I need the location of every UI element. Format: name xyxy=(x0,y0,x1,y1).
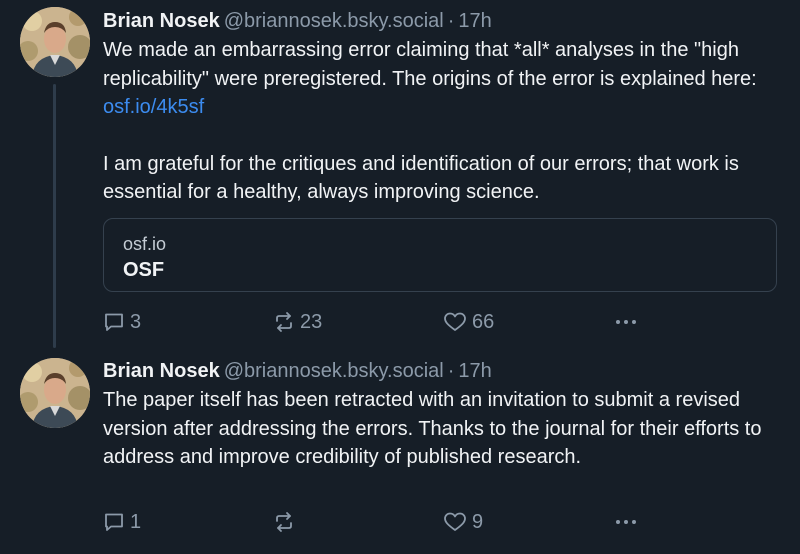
reply-count: 3 xyxy=(130,310,142,333)
embed-domain: osf.io xyxy=(123,234,167,254)
post-text-part: I am grateful for the critiques and iden… xyxy=(103,152,739,204)
link-embed-card[interactable]: osf.io OSF xyxy=(103,218,777,292)
separator-dot: · xyxy=(447,10,455,32)
post-item[interactable]: Brian Nosek @briannosek.bsky.social · 17h T… xyxy=(0,352,800,554)
more-options-button[interactable] xyxy=(613,308,639,336)
post-link[interactable]: osf.io/4k5sf xyxy=(103,96,204,118)
thread-connector-line xyxy=(53,84,56,348)
reply-button[interactable]: 3 xyxy=(103,308,141,336)
reply-count: 1 xyxy=(130,510,142,533)
avatar[interactable] xyxy=(20,7,90,77)
reply-button[interactable]: 1 xyxy=(103,508,141,536)
author-handle[interactable]: @briannosek.bsky.social xyxy=(224,10,444,32)
like-count: 66 xyxy=(472,310,495,333)
post-header: Brian Nosek @briannosek.bsky.social · 17h xyxy=(103,8,783,34)
repost-arrows-icon xyxy=(273,511,295,533)
post-content: Brian Nosek @briannosek.bsky.social · 17h W… xyxy=(103,8,783,207)
repost-button[interactable]: 23 xyxy=(273,308,322,336)
post-text: The paper itself has been retracted with… xyxy=(103,389,762,468)
like-button[interactable]: 66 xyxy=(443,308,494,336)
heart-icon xyxy=(443,311,467,333)
like-count: 9 xyxy=(472,510,484,533)
post-text: We made an embarrassing error claiming t… xyxy=(103,36,783,207)
author-name[interactable]: Brian Nosek xyxy=(103,10,220,32)
like-button[interactable]: 9 xyxy=(443,508,483,536)
repost-button[interactable] xyxy=(273,508,295,536)
more-options-button[interactable] xyxy=(613,508,639,536)
post-content: Brian Nosek @briannosek.bsky.social · 17h T… xyxy=(103,358,783,472)
thread-feed: Brian Nosek @briannosek.bsky.social · 17h W… xyxy=(0,0,800,554)
embed-title: OSF xyxy=(123,259,165,281)
separator-dot: · xyxy=(447,360,455,382)
post-header: Brian Nosek @briannosek.bsky.social · 17h xyxy=(103,358,783,384)
more-dots-icon xyxy=(613,311,639,333)
post-item[interactable]: Brian Nosek @briannosek.bsky.social · 17h W… xyxy=(0,0,800,352)
repost-arrows-icon xyxy=(273,311,295,333)
post-timestamp[interactable]: 17h xyxy=(458,360,491,382)
speech-bubble-icon xyxy=(103,511,125,533)
post-text-part: We made an embarrassing error claiming t… xyxy=(103,39,757,90)
more-dots-icon xyxy=(613,511,639,533)
avatar[interactable] xyxy=(20,358,90,428)
repost-count: 23 xyxy=(300,310,323,333)
author-name[interactable]: Brian Nosek xyxy=(103,360,220,382)
post-actions: 1 9 xyxy=(103,508,663,536)
author-handle[interactable]: @briannosek.bsky.social xyxy=(224,360,444,382)
heart-icon xyxy=(443,511,467,533)
speech-bubble-icon xyxy=(103,311,125,333)
post-actions: 3 23 66 xyxy=(103,308,663,336)
post-timestamp[interactable]: 17h xyxy=(458,10,491,32)
